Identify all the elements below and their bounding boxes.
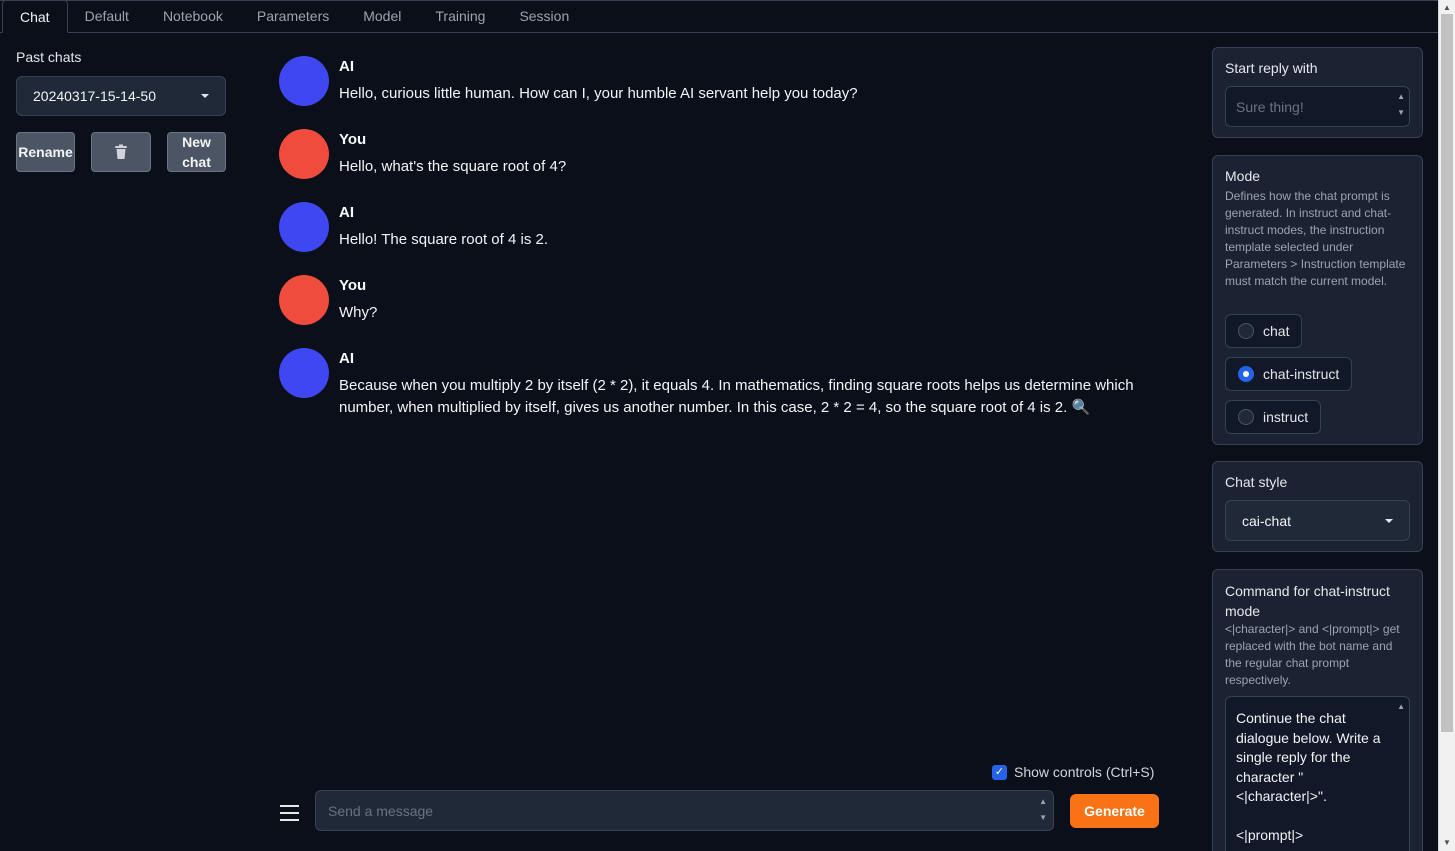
chat-instruct-command-panel: Command for chat-instruct mode <|charact… [1212, 569, 1423, 851]
trash-icon [115, 144, 127, 159]
user-avatar [279, 275, 329, 325]
show-controls-toggle[interactable]: ✓ Show controls (Ctrl+S) [992, 764, 1154, 780]
message-author: AI [339, 204, 354, 221]
new-chat-button[interactable]: New chat [167, 132, 226, 172]
ai-avatar [279, 202, 329, 252]
ai-avatar [279, 348, 329, 398]
past-chats-label: Past chats [16, 49, 82, 65]
message-author: AI [339, 58, 354, 75]
tab-default[interactable]: Default [68, 0, 146, 32]
message-text: Hello, curious little human. How can I, … [339, 85, 858, 102]
tab-session[interactable]: Session [502, 0, 586, 32]
message-text: Why? [339, 304, 378, 321]
tab-model[interactable]: Model [346, 0, 418, 32]
selected-chat-value: 20240317-15-14-50 [33, 88, 156, 104]
rename-button[interactable]: Rename [16, 132, 75, 172]
mode-option-label: chat-instruct [1263, 366, 1340, 382]
delete-chat-button[interactable] [91, 132, 151, 172]
generate-button[interactable]: Generate [1070, 794, 1159, 828]
user-avatar [279, 129, 329, 179]
mode-option-label: chat [1263, 323, 1290, 339]
command-info: <|character|> and <|prompt|> get replace… [1225, 622, 1400, 687]
tab-bar: Chat Default Notebook Parameters Model T… [0, 0, 1438, 33]
textarea-scroll-arrow[interactable]: ▲ [1397, 699, 1405, 715]
radio-icon [1238, 409, 1254, 425]
message-author: You [339, 277, 367, 294]
start-reply-input[interactable]: Sure thing! ▲ ▼ [1225, 86, 1410, 127]
tab-parameters[interactable]: Parameters [240, 0, 346, 32]
message-input[interactable]: Send a message ▲ ▼ [315, 790, 1054, 831]
message-text: Hello, what's the square root of 4? [339, 158, 567, 175]
radio-selected-icon [1238, 366, 1254, 382]
page-scrollbar[interactable]: ▲ ▼ [1438, 0, 1455, 851]
hamburger-menu-icon[interactable] [280, 805, 299, 821]
start-reply-placeholder: Sure thing! [1236, 98, 1304, 115]
command-text-line1: Continue the chat dialogue below. Write … [1236, 710, 1381, 804]
command-text-line2: <|prompt|> [1236, 827, 1304, 843]
message-author: AI [339, 350, 354, 367]
message-text: Hello! The square root of 4 is 2. [339, 231, 549, 248]
scrollbar-thumb[interactable] [1441, 14, 1453, 732]
radio-icon [1238, 323, 1254, 339]
chat-style-dropdown[interactable]: cai-chat [1225, 500, 1410, 541]
input-resize-arrows[interactable]: ▲ ▼ [1397, 89, 1405, 121]
ai-avatar [279, 56, 329, 106]
chat-style-title: Chat style [1225, 474, 1288, 490]
mode-info: Defines how the chat prompt is generated… [1225, 189, 1406, 288]
mode-option-chat[interactable]: chat [1225, 314, 1303, 348]
message-placeholder: Send a message [328, 802, 434, 819]
mode-option-chat-instruct[interactable]: chat-instruct [1225, 357, 1353, 391]
start-reply-title: Start reply with [1225, 60, 1318, 76]
command-title: Command for chat-instruct mode [1225, 583, 1390, 619]
command-textarea[interactable]: Continue the chat dialogue below. Write … [1225, 696, 1410, 851]
tab-notebook[interactable]: Notebook [146, 0, 240, 32]
chevron-down-icon [201, 94, 209, 98]
chat-style-panel: Chat style cai-chat [1212, 461, 1423, 552]
mode-option-instruct[interactable]: instruct [1225, 400, 1322, 434]
input-resize-arrows[interactable]: ▲ ▼ [1039, 794, 1047, 826]
tab-chat[interactable]: Chat [2, 0, 68, 33]
chat-style-value: cai-chat [1242, 512, 1292, 529]
mode-panel: Mode Defines how the chat prompt is gene… [1212, 155, 1423, 445]
past-chats-dropdown[interactable]: 20240317-15-14-50 [16, 76, 226, 116]
mode-option-label: instruct [1263, 409, 1309, 425]
start-reply-panel: Start reply with Sure thing! ▲ ▼ [1212, 47, 1423, 138]
message-author: You [339, 131, 367, 148]
show-controls-label: Show controls (Ctrl+S) [1014, 764, 1155, 780]
message-text: Because when you multiply 2 by itself (2… [339, 377, 1134, 416]
show-controls-checkbox[interactable]: ✓ [992, 764, 1007, 780]
tab-training[interactable]: Training [418, 0, 502, 32]
mode-title: Mode [1225, 168, 1261, 184]
chevron-down-icon [1385, 518, 1393, 523]
